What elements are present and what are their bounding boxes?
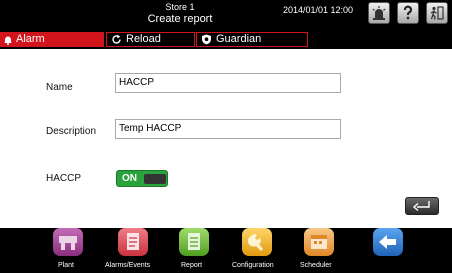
haccp-toggle[interactable]: ON	[116, 170, 168, 187]
name-label: Name	[46, 82, 73, 93]
nav-configuration-label: Configuration	[232, 262, 274, 269]
help-button[interactable]	[397, 2, 419, 24]
tab-guardian-label: Guardian	[216, 33, 262, 45]
toggle-knob	[144, 174, 166, 184]
tab-alarm[interactable]: Alarm	[0, 32, 104, 47]
tab-bar: Alarm Reload Guardian	[0, 32, 452, 49]
description-label: Description	[46, 126, 97, 137]
date-time: 2014/01/01 12:00	[283, 5, 354, 15]
enter-arrow-icon	[412, 201, 430, 212]
description-input[interactable]: Temp HACCP	[115, 119, 341, 139]
tab-reload-label: Reload	[126, 33, 161, 45]
name-input[interactable]: HACCP	[115, 73, 341, 93]
haccp-label: HACCP	[46, 173, 82, 184]
nav-scheduler-label: Scheduler	[300, 262, 332, 269]
shield-icon	[202, 34, 211, 45]
report-icon	[179, 228, 209, 256]
back-arrow-icon	[373, 228, 403, 256]
nav-plant-label: Plant	[58, 262, 74, 269]
siren-icon	[372, 6, 386, 20]
logout-button[interactable]	[426, 2, 448, 24]
bell-icon	[4, 36, 12, 45]
nav-back[interactable]	[366, 228, 406, 273]
nav-scheduler[interactable]: Scheduler	[299, 228, 344, 273]
wrench-icon	[242, 228, 272, 256]
exit-door-icon	[430, 6, 444, 20]
nav-report-label: Report	[181, 262, 203, 269]
tab-reload[interactable]: Reload	[106, 32, 195, 47]
plant-icon	[53, 228, 83, 256]
nav-configuration[interactable]: Configuration	[231, 228, 291, 273]
reload-icon	[112, 34, 121, 44]
alarm-siren-button[interactable]	[368, 2, 390, 24]
nav-report[interactable]: Report	[171, 228, 221, 273]
tab-alarm-label: Alarm	[16, 33, 45, 45]
scheduler-icon	[304, 228, 334, 256]
bottom-nav: Plant Alarms/Events Report Configuration…	[0, 228, 452, 273]
tab-guardian[interactable]: Guardian	[196, 32, 308, 47]
toggle-state: ON	[122, 173, 137, 184]
nav-plant[interactable]: Plant	[44, 228, 94, 273]
enter-button[interactable]	[405, 197, 439, 215]
question-icon	[403, 5, 413, 20]
main-content: Name HACCP Description Temp HACCP HACCP …	[0, 49, 452, 228]
alarms-icon	[118, 228, 148, 256]
nav-alarms-events[interactable]: Alarms/Events	[104, 228, 160, 273]
top-bar: Store 1 Create report 2014/01/01 12:00	[0, 0, 452, 32]
nav-alarms-events-label: Alarms/Events	[105, 262, 151, 269]
